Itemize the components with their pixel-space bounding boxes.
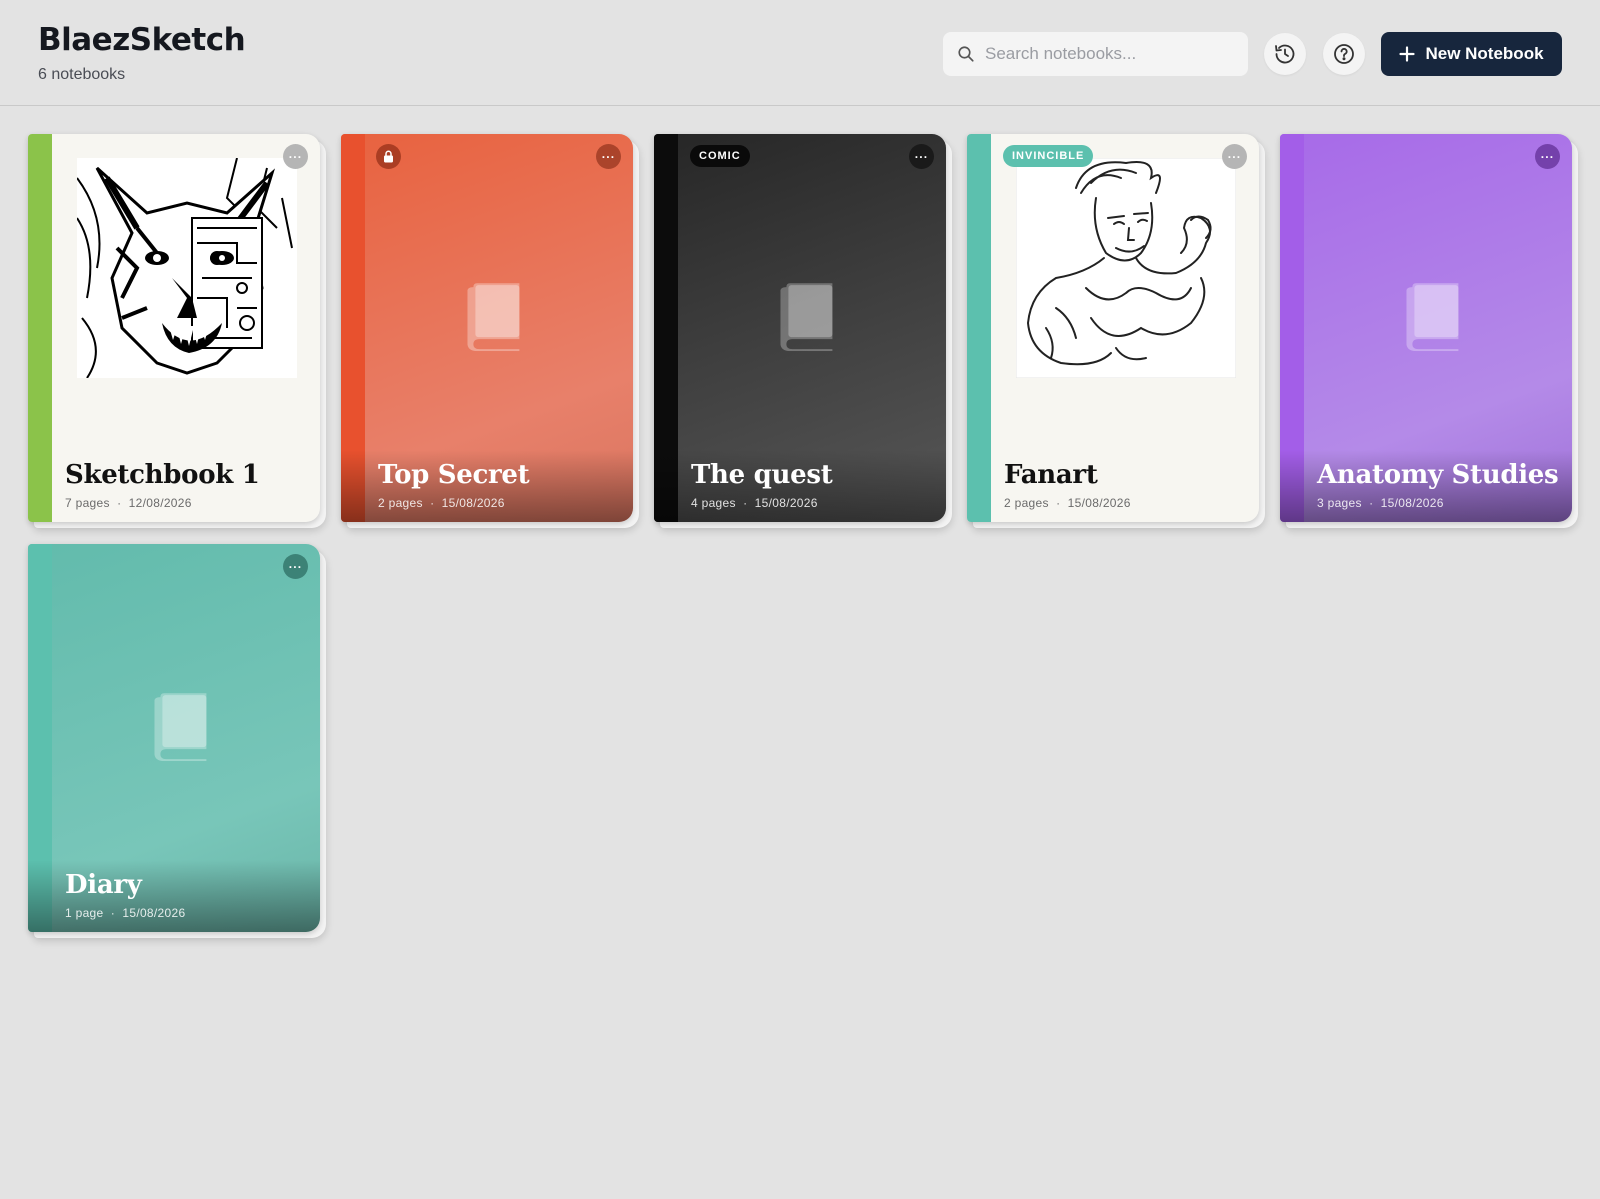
cover-image	[77, 158, 297, 378]
notebook-meta: 2 pages · 15/08/2026	[1004, 496, 1131, 510]
separator: ·	[1056, 496, 1061, 510]
separator: ·	[117, 496, 122, 510]
notebook-cover[interactable]: Top Secret 2 pages · 15/08/2026 ···	[341, 134, 633, 522]
notebook-spine	[28, 134, 52, 522]
notebook-meta: 4 pages · 15/08/2026	[691, 496, 818, 510]
more-options-button[interactable]: ···	[596, 144, 621, 169]
page-count: 2 pages	[378, 496, 423, 510]
new-notebook-label: New Notebook	[1425, 44, 1544, 63]
notebook-date: 15/08/2026	[754, 496, 818, 510]
book-icon	[780, 283, 833, 352]
notebook-meta: 7 pages · 12/08/2026	[65, 496, 192, 510]
header: BlaezSketch 6 notebooks New Notebook	[0, 0, 1600, 106]
book-icon	[467, 283, 520, 352]
help-icon	[1334, 44, 1354, 64]
notebook-cover[interactable]: Diary 1 page · 15/08/2026 ···	[28, 544, 320, 932]
book-icon	[154, 693, 207, 762]
page-count: 7 pages	[65, 496, 110, 510]
search-box[interactable]	[943, 32, 1248, 76]
notebook-card[interactable]: Top Secret 2 pages · 15/08/2026 ···	[341, 134, 639, 528]
page-count: 1 page	[65, 906, 104, 920]
new-notebook-button[interactable]: New Notebook	[1381, 32, 1562, 76]
search-icon	[958, 46, 974, 62]
notebook-card[interactable]: Diary 1 page · 15/08/2026 ···	[28, 544, 326, 938]
app-title: BlaezSketch	[38, 22, 246, 58]
notebook-date: 15/08/2026	[122, 906, 186, 920]
book-icon	[1406, 283, 1459, 352]
cover-image	[1016, 158, 1236, 378]
notebook-tag: COMIC	[690, 145, 750, 167]
help-button[interactable]	[1323, 33, 1365, 75]
notebook-meta: 1 page · 15/08/2026	[65, 906, 185, 920]
notebook-title: Diary	[65, 870, 142, 900]
notebook-date: 12/08/2026	[128, 496, 192, 510]
search-input[interactable]	[985, 44, 1235, 64]
history-button[interactable]	[1264, 33, 1306, 75]
notebook-spine	[967, 134, 991, 522]
notebook-date: 15/08/2026	[441, 496, 505, 510]
notebook-meta: 3 pages · 15/08/2026	[1317, 496, 1444, 510]
notebook-tag: INVINCIBLE	[1003, 145, 1094, 167]
notebook-card[interactable]: Sketchbook 1 7 pages · 12/08/2026 ···	[28, 134, 326, 528]
page-count: 4 pages	[691, 496, 736, 510]
lock-badge	[376, 144, 401, 169]
notebook-title: Top Secret	[378, 460, 530, 490]
plus-icon	[1399, 46, 1416, 62]
separator: ·	[743, 496, 748, 510]
notebook-card[interactable]: Anatomy Studies 3 pages · 15/08/2026 ···	[1280, 134, 1578, 528]
notebook-cover[interactable]: Sketchbook 1 7 pages · 12/08/2026 ···	[28, 134, 320, 522]
notebook-date: 15/08/2026	[1067, 496, 1131, 510]
page-count: 2 pages	[1004, 496, 1049, 510]
lock-icon	[384, 150, 393, 163]
page-count: 3 pages	[1317, 496, 1362, 510]
notebook-card[interactable]: COMIC The quest 4 pages · 15/08/2026 ···	[654, 134, 952, 528]
notebook-title: Fanart	[1004, 460, 1098, 490]
notebook-title: Anatomy Studies	[1317, 460, 1559, 490]
notebook-title: The quest	[691, 460, 833, 490]
notebook-date: 15/08/2026	[1380, 496, 1444, 510]
more-options-button[interactable]: ···	[283, 554, 308, 579]
notebook-card[interactable]: INVINCIBLE Fanart 2 pages · 15/08/2026 ·…	[967, 134, 1265, 528]
notebook-cover[interactable]: Anatomy Studies 3 pages · 15/08/2026 ···	[1280, 134, 1572, 522]
separator: ·	[110, 906, 116, 920]
more-options-button[interactable]: ···	[909, 144, 934, 169]
separator: ·	[430, 496, 435, 510]
notebook-cover[interactable]: COMIC The quest 4 pages · 15/08/2026 ···	[654, 134, 946, 522]
notebook-cover[interactable]: INVINCIBLE Fanart 2 pages · 15/08/2026 ·…	[967, 134, 1259, 522]
notebook-title: Sketchbook 1	[65, 460, 260, 490]
history-icon	[1275, 44, 1295, 64]
more-options-button[interactable]: ···	[1535, 144, 1560, 169]
notebook-count: 6 notebooks	[38, 66, 126, 83]
separator: ·	[1369, 496, 1374, 510]
notebook-meta: 2 pages · 15/08/2026	[378, 496, 505, 510]
more-options-button[interactable]: ···	[1222, 144, 1247, 169]
more-options-button[interactable]: ···	[283, 144, 308, 169]
